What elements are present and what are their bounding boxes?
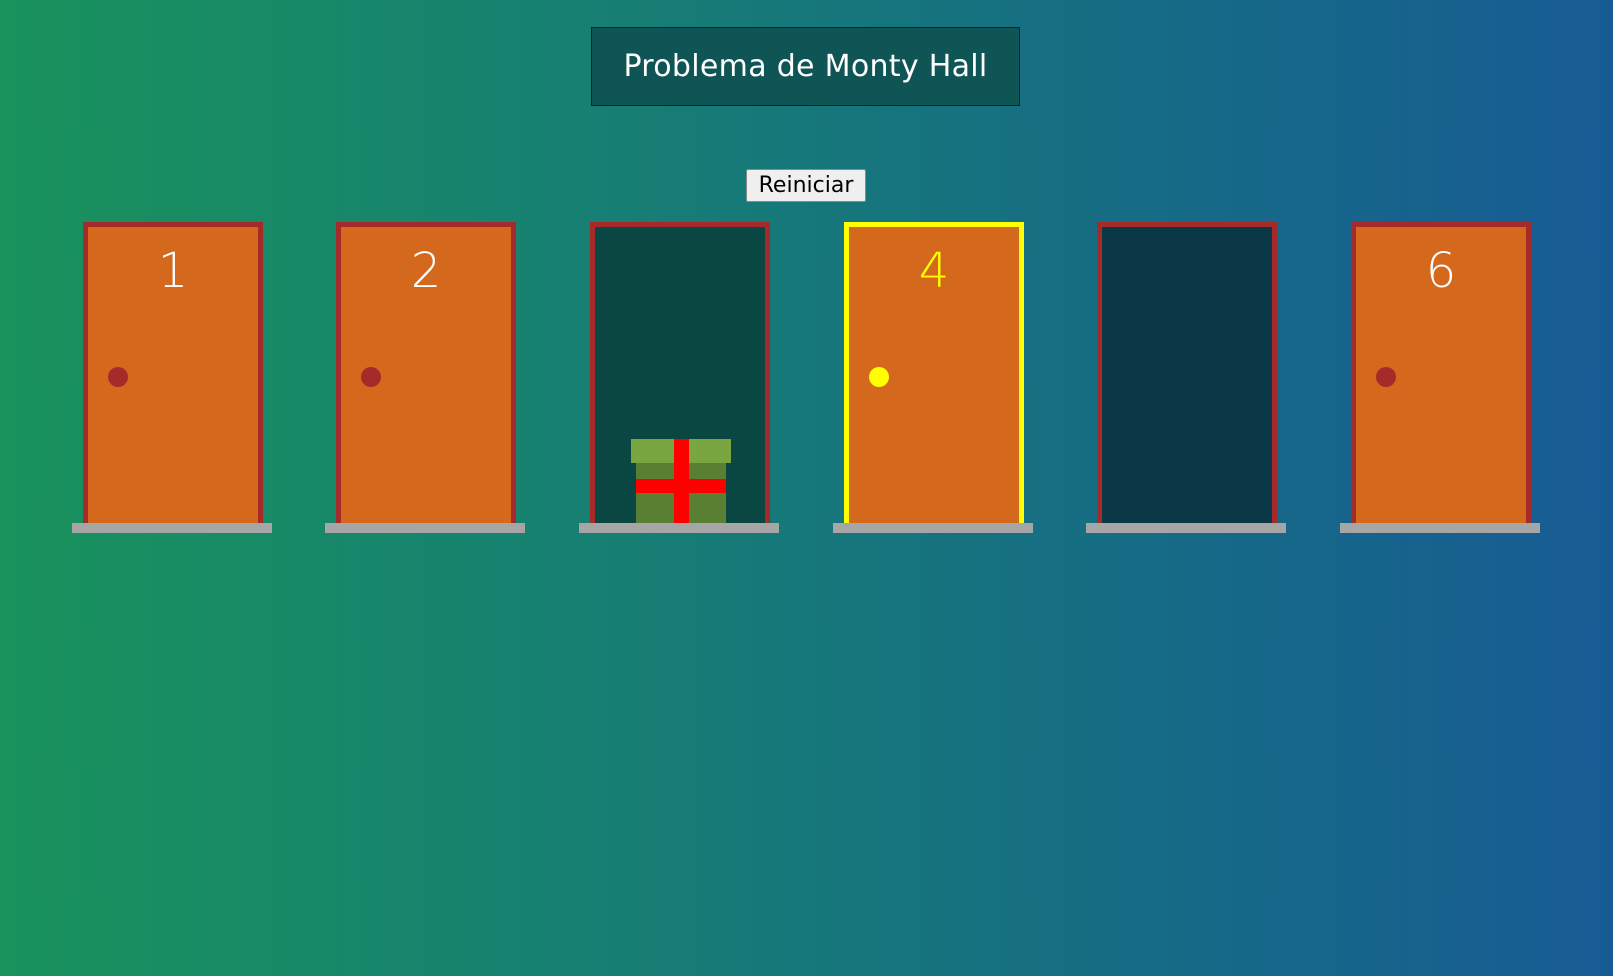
gift-icon — [631, 439, 731, 524]
door-3-open — [590, 222, 770, 524]
page-title: Problema de Monty Hall — [623, 49, 988, 84]
door-sill — [1086, 523, 1286, 533]
door-5-open — [1097, 222, 1277, 524]
door-2[interactable]: 2 — [336, 222, 516, 524]
door-knob-icon — [361, 367, 381, 387]
reset-button[interactable]: Reiniciar — [746, 169, 866, 202]
door-sill — [579, 523, 779, 533]
door-number: 2 — [410, 243, 442, 299]
door-slot-2: 2 — [325, 222, 525, 534]
door-slot-3 — [579, 222, 779, 534]
door-knob-icon — [108, 367, 128, 387]
gift-ribbon-vertical — [674, 439, 689, 524]
door-slot-5 — [1086, 222, 1286, 534]
door-1[interactable]: 1 — [83, 222, 263, 524]
door-6[interactable]: 6 — [1351, 222, 1531, 524]
door-slot-1: 1 — [72, 222, 272, 534]
door-sill — [1340, 523, 1540, 533]
door-knob-icon — [869, 367, 889, 387]
door-slot-4: 4 — [833, 222, 1033, 534]
door-4-selected[interactable]: 4 — [844, 222, 1024, 524]
title-box: Problema de Monty Hall — [591, 27, 1020, 106]
door-number: 1 — [157, 243, 189, 299]
door-knob-icon — [1376, 367, 1396, 387]
door-number: 4 — [918, 243, 950, 299]
door-sill — [833, 523, 1033, 533]
door-number: 6 — [1425, 243, 1457, 299]
door-sill — [325, 523, 525, 533]
door-slot-6: 6 — [1340, 222, 1540, 534]
door-sill — [72, 523, 272, 533]
